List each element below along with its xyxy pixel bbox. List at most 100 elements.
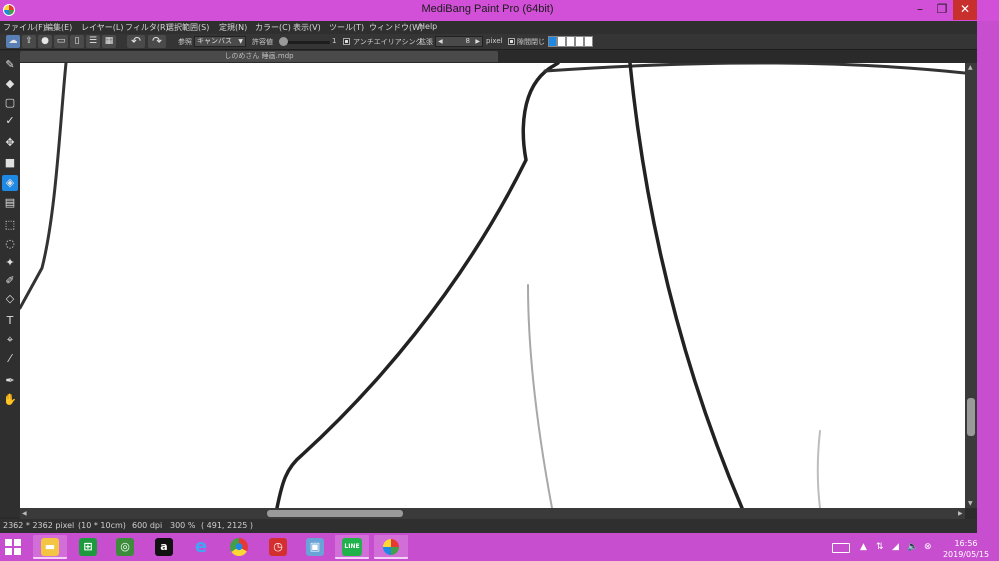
close-gap-level-1[interactable] bbox=[548, 36, 557, 47]
windows-start-icon[interactable] bbox=[5, 539, 21, 555]
scroll-right-icon[interactable]: ▶ bbox=[958, 510, 963, 517]
amazon-icon: a bbox=[155, 538, 173, 556]
minimize-button[interactable]: – bbox=[909, 0, 931, 20]
network-icon[interactable]: ⇅ bbox=[876, 542, 884, 552]
undo-icon[interactable]: ↶ bbox=[127, 35, 145, 48]
resolution: 600 dpi bbox=[132, 521, 163, 530]
show-hidden-icons-icon[interactable]: ▲ bbox=[860, 542, 867, 552]
brush-icon[interactable]: ✎ bbox=[2, 57, 18, 73]
maximize-button[interactable]: ❐ bbox=[931, 0, 953, 20]
vertical-scrollbar[interactable] bbox=[965, 63, 977, 508]
notification-icon[interactable]: ⊗ bbox=[924, 542, 932, 552]
menu-edit[interactable]: 編集(E) bbox=[45, 22, 72, 33]
menu-filter[interactable]: フィルタ(R) bbox=[125, 22, 169, 33]
redo-icon[interactable]: ↷ bbox=[148, 35, 166, 48]
hand-icon[interactable]: ✋ bbox=[2, 392, 18, 408]
note-icon[interactable]: ▭ bbox=[54, 35, 68, 48]
signal-icon[interactable]: ◢ bbox=[892, 542, 899, 552]
tolerance-slider-handle[interactable] bbox=[279, 37, 288, 46]
taskbar-app-line[interactable]: LINE bbox=[335, 535, 369, 559]
close-gap-level-3[interactable] bbox=[566, 36, 575, 47]
close-gap-level-2[interactable] bbox=[557, 36, 566, 47]
app-window: MediBang Paint Pro (64bit) – ❐ ✕ ファイル(F)… bbox=[0, 0, 999, 533]
taskbar-app-medibang[interactable]: ● bbox=[374, 535, 408, 559]
menu-color[interactable]: カラー(C) bbox=[255, 22, 291, 33]
tolerance-value: 1 bbox=[332, 37, 337, 45]
rect-shape-icon[interactable]: ▢ bbox=[2, 95, 18, 111]
volume-icon[interactable]: 🔈 bbox=[907, 542, 918, 552]
comment-icon[interactable]: ● bbox=[38, 35, 52, 48]
horizontal-scroll-thumb[interactable] bbox=[267, 510, 403, 517]
file-explorer-icon: ▬ bbox=[41, 538, 59, 556]
lasso-icon[interactable]: ◌ bbox=[2, 236, 18, 252]
menu-layer[interactable]: レイヤー(L) bbox=[81, 22, 123, 33]
pen-icon[interactable]: ✒ bbox=[2, 373, 18, 389]
stroke-faint-right bbox=[816, 430, 821, 508]
menu-view[interactable]: 表示(V) bbox=[293, 22, 321, 33]
horizontal-scrollbar[interactable] bbox=[20, 508, 965, 519]
internet-explorer-icon: e bbox=[194, 536, 208, 557]
taskbar-app-chrome[interactable]: ● bbox=[222, 535, 256, 559]
close-gap-level-4[interactable] bbox=[575, 36, 584, 47]
close-gap-label: 隙間閉じ bbox=[517, 38, 545, 46]
reference-label: 参照 bbox=[178, 38, 192, 46]
taskbar-app-amazon[interactable]: a bbox=[147, 535, 181, 559]
taskbar-app-internet-explorer[interactable]: e bbox=[184, 535, 218, 559]
menu-tool[interactable]: ツール(T) bbox=[329, 22, 364, 33]
bucket-icon[interactable]: ◈ bbox=[2, 175, 18, 191]
reference-select[interactable]: キャンバス ▼ bbox=[194, 36, 246, 47]
stroke-top-curve bbox=[543, 63, 965, 75]
scroll-left-icon[interactable]: ◀ bbox=[22, 510, 27, 517]
menu-ruler[interactable]: 定規(N) bbox=[219, 22, 247, 33]
dot-brush-icon[interactable]: ✓ bbox=[2, 113, 18, 129]
line-art bbox=[20, 63, 965, 508]
menu-file[interactable]: ファイル(F) bbox=[3, 22, 46, 33]
taskbar-app-remote-desktop[interactable]: ▣ bbox=[298, 535, 332, 559]
taskbar-app-alarm-clock[interactable]: ◷ bbox=[261, 535, 295, 559]
tool-palette: ✎ ◆ ▢ ✓ ✥ ■ ◈ ▤ ⬚ ◌ ✦ ✐ ◇ T ⌖ ⁄ ✒ ✋ bbox=[0, 51, 20, 517]
remote-desktop-icon: ▣ bbox=[306, 538, 324, 556]
close-button[interactable]: ✕ bbox=[953, 0, 977, 20]
fill-rect-icon[interactable]: ■ bbox=[2, 155, 18, 171]
menu-select[interactable]: 選択範囲(S) bbox=[166, 22, 209, 33]
menu-help[interactable]: Help bbox=[419, 22, 437, 31]
taskbar-app-store[interactable]: ⊞ bbox=[71, 535, 105, 559]
window-title: MediBang Paint Pro (64bit) bbox=[421, 3, 554, 15]
taskbar-app-file-explorer[interactable]: ▬ bbox=[33, 535, 67, 559]
chevron-left-icon[interactable]: ◀ bbox=[438, 37, 443, 46]
cloud-icon[interactable]: ☁ bbox=[6, 35, 20, 48]
close-gap-checkbox[interactable] bbox=[508, 38, 515, 45]
scroll-down-icon[interactable]: ▼ bbox=[968, 500, 973, 507]
touch-keyboard-icon[interactable] bbox=[832, 543, 850, 553]
clock-time[interactable]: 16:56 bbox=[944, 539, 988, 548]
page-icon[interactable]: ▯ bbox=[70, 35, 84, 48]
chevron-right-icon[interactable]: ▶ bbox=[475, 37, 480, 46]
magic-wand-icon[interactable]: ✦ bbox=[2, 255, 18, 271]
list-icon[interactable]: ☰ bbox=[86, 35, 100, 48]
move-icon[interactable]: ✥ bbox=[2, 135, 18, 151]
clock-date[interactable]: 2019/05/15 bbox=[938, 550, 994, 559]
text-icon[interactable]: T bbox=[2, 313, 18, 329]
expand-stepper[interactable]: ◀ 8 ▶ bbox=[435, 36, 483, 47]
eraser-icon[interactable]: ◆ bbox=[2, 76, 18, 92]
scroll-up-icon[interactable]: ▲ bbox=[968, 64, 973, 71]
gradient-icon[interactable]: ▤ bbox=[2, 195, 18, 211]
physical-size: (10 * 10cm) bbox=[78, 521, 126, 530]
select-rect-icon[interactable]: ⬚ bbox=[2, 217, 18, 233]
tool-options-bar: ☁ ⇪ ● ▭ ▯ ☰ ▦ ↶ ↷ 参照 キャンバス ▼ 許容値 1 アンチエイ… bbox=[0, 34, 977, 50]
close-gap-level-5[interactable] bbox=[584, 36, 593, 47]
drawing-canvas[interactable] bbox=[20, 63, 965, 508]
antialias-checkbox[interactable] bbox=[343, 38, 350, 45]
title-bar[interactable]: MediBang Paint Pro (64bit) – ❐ ✕ bbox=[0, 0, 999, 21]
operation-icon[interactable]: ⌖ bbox=[2, 332, 18, 348]
vertical-scroll-thumb[interactable] bbox=[967, 398, 975, 436]
document-tab[interactable]: しのめさん 睡画.mdp bbox=[20, 51, 498, 62]
eyedropper-icon[interactable]: ⁄ bbox=[2, 351, 18, 367]
taskbar-app-network-app[interactable]: ◎ bbox=[108, 535, 142, 559]
menu-window[interactable]: ウィンドウ(W) bbox=[369, 22, 423, 33]
grid-icon[interactable]: ▦ bbox=[102, 35, 116, 48]
select-eraser-icon[interactable]: ◇ bbox=[2, 291, 18, 307]
select-pen-icon[interactable]: ✐ bbox=[2, 273, 18, 289]
share-icon[interactable]: ⇪ bbox=[22, 35, 36, 48]
network-app-icon: ◎ bbox=[116, 538, 134, 556]
